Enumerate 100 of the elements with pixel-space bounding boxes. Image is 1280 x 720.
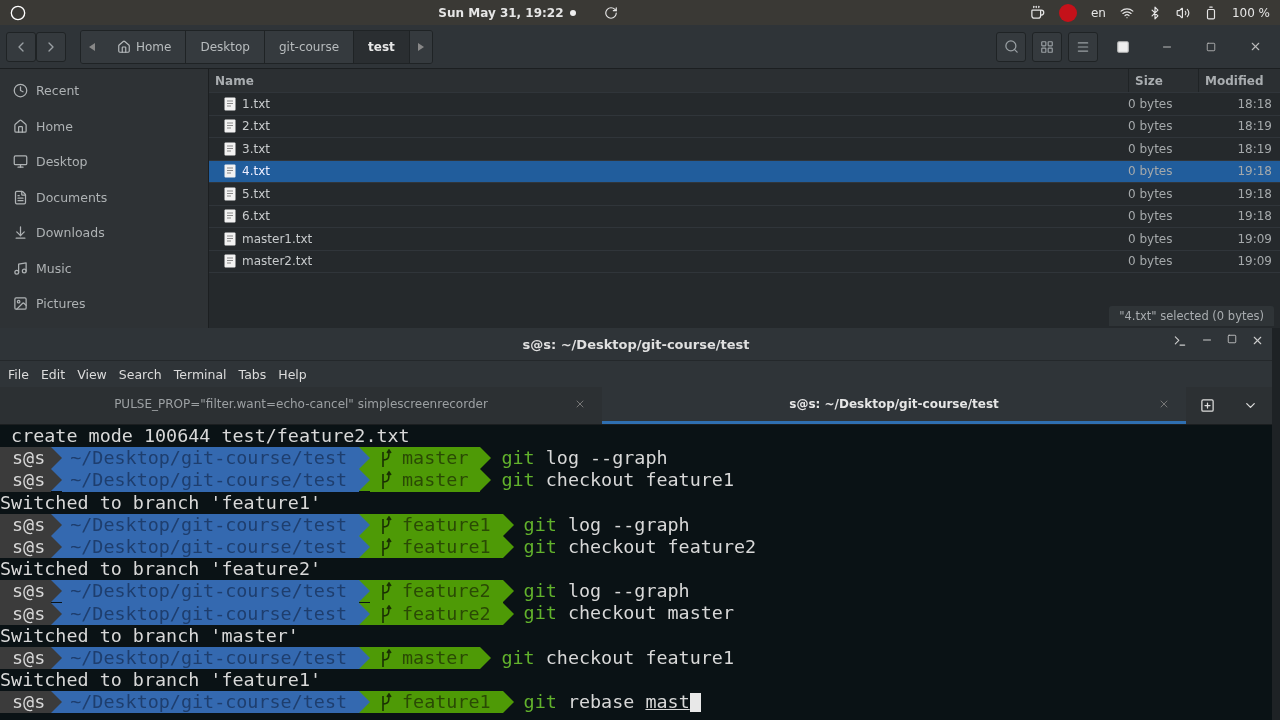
menu-icon [1076,39,1090,54]
sidebar-item[interactable]: Home [0,108,208,144]
modified-time: 19:18 [1236,164,1273,179]
document-icon [224,164,236,179]
close-tab-icon[interactable] [574,398,586,410]
system-logo-icon[interactable] [10,4,26,21]
menu-item[interactable]: Edit [34,366,72,382]
file-row[interactable]: 1.txt 0 bytes 18:18 [209,93,1280,116]
menu-item[interactable]: View [71,366,113,382]
command-text: git log --graph [522,580,690,603]
modified-time: 19:09 [1236,254,1273,269]
menu-item[interactable]: Help [272,366,313,382]
path-button[interactable]: test [354,30,410,63]
volume-icon[interactable] [1175,5,1190,20]
terminal-output: Switched to branch 'feature1' [0,491,322,514]
modified-time: 19:18 [1236,209,1273,224]
path-button[interactable]: Home [103,30,187,63]
menu-button[interactable] [1068,31,1098,62]
language-indicator[interactable]: en [1090,5,1106,20]
forward-button[interactable] [36,31,66,62]
file-row[interactable]: master1.txt 0 bytes 19:09 [209,228,1280,251]
branch-icon [380,582,393,601]
column-header[interactable]: Size [1128,69,1198,92]
grid-icon [1040,39,1054,54]
file-row[interactable]: 3.txt 0 bytes 18:19 [209,138,1280,161]
maximize-icon[interactable] [1227,334,1237,344]
file-size: 0 bytes [1128,209,1174,224]
file-row[interactable]: 5.txt 0 bytes 19:18 [209,183,1280,206]
reload-icon[interactable] [603,5,618,20]
scroll-right-button[interactable] [409,30,432,63]
menu-item[interactable]: Terminal [167,366,233,382]
path-button[interactable]: git-course [264,30,355,63]
branch-icon [380,515,393,534]
command-text: git checkout feature1 [500,646,734,669]
document-icon [224,141,236,156]
branch-icon [380,449,393,468]
scroll-left-button[interactable] [81,30,103,63]
terminal-output: Switched to branch 'feature2' [0,558,322,581]
file-size: 0 bytes [1128,164,1174,179]
wifi-icon[interactable] [1119,5,1134,20]
menu-item[interactable]: Search [112,366,168,382]
maximize-icon [1206,41,1216,52]
search-icon [1003,39,1019,54]
document-icon [13,189,28,205]
new-tab-icon[interactable] [1200,398,1215,413]
command-text: git checkout master [522,602,734,625]
branch-icon [380,693,393,712]
terminal-icon[interactable] [1173,334,1187,348]
file-size: 0 bytes [1128,96,1174,111]
file-size: 0 bytes [1128,141,1174,156]
terminal-output: Switched to branch 'feature1' [0,669,322,692]
file-name: 6.txt [242,209,270,224]
branch-icon [380,648,393,667]
battery-level: 100 % [1231,5,1270,20]
modified-time: 18:18 [1236,96,1273,111]
right-triangle-icon [417,42,424,51]
cup-icon[interactable] [1029,5,1045,20]
file-row[interactable]: master2.txt 0 bytes 19:09 [209,250,1280,273]
command-text: git checkout feature2 [522,535,757,558]
sidebar-item[interactable]: Desktop [0,144,208,180]
terminal-tab[interactable]: s@s: ~/Desktop/git-course/test [602,387,1186,424]
sidebar-item[interactable]: Documents [0,179,208,215]
path-button[interactable]: Desktop [186,30,265,63]
window-title: s@s: ~/Desktop/git-course/test [522,336,750,352]
grid-view-button[interactable] [1032,31,1062,62]
file-size: 0 bytes [1128,119,1174,134]
status-dot [569,9,576,16]
close-tab-icon[interactable] [1158,398,1170,410]
left-triangle-icon [89,42,95,51]
file-name: master1.txt [242,231,313,246]
sidebar-item[interactable]: Pictures [0,286,208,322]
column-header[interactable]: Name [209,69,1128,92]
command-text: git log --graph [522,513,690,536]
document-icon [224,119,236,134]
status-label: "4.txt" selected (0 bytes) [1109,306,1274,326]
music-note-icon [13,260,28,276]
square-icon [1116,39,1130,54]
file-row[interactable]: 4.txt 0 bytes 19:18 [209,160,1280,183]
file-size: 0 bytes [1128,186,1174,201]
file-row[interactable]: 6.txt 0 bytes 19:18 [209,205,1280,228]
download-icon [13,225,28,241]
file-row[interactable]: 2.txt 0 bytes 18:19 [209,115,1280,138]
home-icon [117,39,131,54]
command-text: git checkout feature1 [500,469,734,492]
sidebar-item[interactable]: Downloads [0,215,208,251]
clock[interactable]: Sun May 31, 19:22 [438,5,564,20]
close-icon[interactable] [1251,334,1264,347]
terminal-output: create mode 100644 test/feature2.txt [10,425,410,448]
document-icon [224,186,236,201]
branch-icon [380,471,393,490]
menu-item[interactable]: Tabs [232,366,273,382]
back-button[interactable] [6,31,36,62]
sidebar-item[interactable]: Music [0,250,208,286]
menu-item[interactable]: File [2,366,35,382]
file-name: 1.txt [242,96,270,111]
sidebar-item[interactable]: Recent [0,73,208,109]
file-size: 0 bytes [1128,254,1174,269]
column-header[interactable]: Modified [1198,69,1280,92]
search-button[interactable] [996,31,1026,62]
document-icon [224,209,236,224]
